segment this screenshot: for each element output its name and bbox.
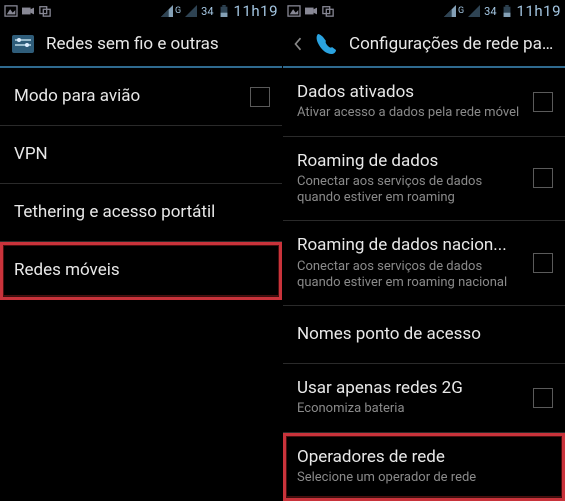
screen-header: Redes sem fio e outras	[0, 22, 282, 68]
row-subtitle: Conectar aos serviços de dados quando es…	[297, 259, 525, 292]
battery-percent: 34	[484, 5, 496, 18]
settings-list: Modo para avião VPN Tethering e acesso p…	[0, 68, 282, 300]
gallery-indicator-icon	[4, 5, 18, 17]
use-2g-checkbox[interactable]	[533, 388, 553, 408]
network-type-label: G	[458, 6, 464, 16]
row-title: Operadores de rede	[297, 447, 545, 468]
row-subtitle: Economiza bateria	[297, 401, 525, 417]
national-roaming-checkbox[interactable]	[533, 253, 553, 273]
row-title: Tethering e acesso portátil	[14, 202, 262, 223]
battery-percent: 34	[201, 5, 213, 18]
row-tethering[interactable]: Tethering e acesso portátil	[0, 184, 282, 242]
battery-icon	[217, 5, 231, 17]
row-network-operators[interactable]: Operadores de rede Selecione um operador…	[283, 433, 565, 501]
screen-title: Redes sem fio e outras	[46, 34, 219, 54]
cell-signal-icon	[443, 5, 457, 17]
row-title: Redes móveis	[14, 260, 262, 281]
row-national-roaming[interactable]: Roaming de dados nacion... Conectar aos …	[283, 221, 565, 306]
gallery-indicator-icon	[287, 5, 301, 17]
screen-header: Configurações de rede para ce...	[283, 22, 565, 68]
phone-icon	[313, 31, 339, 57]
row-airplane-mode[interactable]: Modo para avião	[0, 68, 282, 126]
settings-list: Dados ativados Ativar acesso a dados pel…	[283, 68, 565, 501]
back-chevron-icon[interactable]	[293, 31, 303, 57]
row-use-2g[interactable]: Usar apenas redes 2G Economiza bateria	[283, 364, 565, 433]
row-data-roaming[interactable]: Roaming de dados Conectar aos serviços d…	[283, 137, 565, 222]
status-bar: G 34 11h19	[0, 0, 282, 22]
cell-signal-icon-2	[184, 5, 198, 17]
row-title: Usar apenas redes 2G	[297, 378, 525, 399]
data-enabled-checkbox[interactable]	[533, 92, 553, 112]
video-indicator-icon	[21, 5, 35, 17]
row-mobile-networks[interactable]: Redes móveis	[0, 242, 282, 300]
network-type-label: G	[175, 6, 181, 16]
cell-signal-icon-2	[467, 5, 481, 17]
row-title: Roaming de dados	[297, 151, 525, 172]
clock: 11h19	[234, 2, 278, 20]
phone-left: G 34 11h19 Redes sem fio e outras Modo p…	[0, 0, 282, 500]
row-vpn[interactable]: VPN	[0, 126, 282, 184]
row-title: Dados ativados	[297, 82, 525, 103]
row-title: Modo para avião	[14, 86, 242, 107]
airplane-mode-checkbox[interactable]	[250, 87, 270, 107]
status-bar: G 34 11h19	[283, 0, 565, 22]
screenshot-indicator-icon	[321, 5, 335, 17]
row-apn[interactable]: Nomes ponto de acesso	[283, 306, 565, 364]
row-subtitle: Ativar acesso a dados pela rede móvel	[297, 105, 525, 121]
row-data-enabled[interactable]: Dados ativados Ativar acesso a dados pel…	[283, 68, 565, 137]
row-title: VPN	[14, 144, 262, 165]
clock: 11h19	[517, 2, 561, 20]
row-subtitle: Selecione um operador de rede	[297, 470, 545, 486]
data-roaming-checkbox[interactable]	[533, 168, 553, 188]
settings-sliders-icon	[10, 31, 36, 57]
phone-right: G 34 11h19 Configurações de rede para ce…	[283, 0, 565, 500]
screen-title: Configurações de rede para ce...	[349, 34, 555, 54]
row-title: Roaming de dados nacion...	[297, 235, 525, 256]
cell-signal-icon	[160, 5, 174, 17]
video-indicator-icon	[304, 5, 318, 17]
row-subtitle: Conectar aos serviços de dados quando es…	[297, 174, 525, 207]
row-title: Nomes ponto de acesso	[297, 324, 545, 345]
battery-icon	[500, 5, 514, 17]
screenshot-indicator-icon	[38, 5, 52, 17]
